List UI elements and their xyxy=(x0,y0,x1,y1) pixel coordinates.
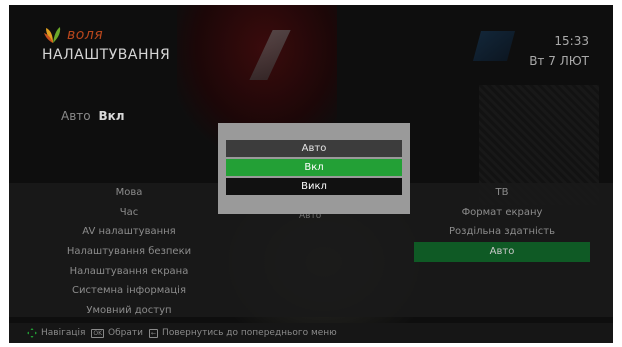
submenu: ТВ Формат екрану Роздільна здатність Авт… xyxy=(414,183,590,262)
dialog-option-auto[interactable]: Авто xyxy=(226,140,402,157)
clock-time: 15:33 xyxy=(554,34,589,48)
clock-date: Вт 7 ЛЮТ xyxy=(529,54,589,68)
brand-name: воля xyxy=(67,27,104,43)
submenu-item-screen-format[interactable]: Формат екрану xyxy=(414,203,590,223)
footer-navigation: Навігація xyxy=(41,328,86,338)
clock: 15:33 Вт 7 ЛЮТ xyxy=(529,31,589,71)
brand-logo: воля xyxy=(42,26,103,44)
submenu-item-resolution[interactable]: Роздільна здатність xyxy=(414,222,590,242)
background-image-blue xyxy=(472,31,516,61)
option-dialog: Авто Вкл Викл xyxy=(218,123,410,214)
ok-key-icon: OK xyxy=(91,328,105,338)
page-title: НАЛАШТУВАННЯ xyxy=(42,47,171,63)
menu-item-system-info[interactable]: Системна інформація xyxy=(29,281,229,301)
footer-select: Обрати xyxy=(108,328,144,338)
menu-item-language[interactable]: Мова xyxy=(29,183,229,203)
menu-item-security[interactable]: Налаштування безпеки xyxy=(29,242,229,262)
navigation-arrows-icon xyxy=(27,328,37,338)
dialog-option-on[interactable]: Вкл xyxy=(226,159,402,176)
footer-back: Повернутись до попереднього меню xyxy=(162,328,337,338)
menu-item-conditional-access[interactable]: Умовний доступ xyxy=(29,301,229,321)
volia-leaf-icon xyxy=(44,27,61,43)
submenu-item-tv[interactable]: ТВ xyxy=(414,183,590,203)
back-key-icon: ← xyxy=(149,328,159,338)
tv-screen: воля НАЛАШТУВАННЯ 15:33 Вт 7 ЛЮТ Авто Вк… xyxy=(9,5,613,343)
menu-item-time[interactable]: Час xyxy=(29,203,229,223)
settings-menu: Мова Час AV налаштування Налаштування бе… xyxy=(29,183,229,321)
current-setting: Авто Вкл xyxy=(61,109,125,123)
menu-item-screen[interactable]: Налаштування екрана xyxy=(29,262,229,282)
current-setting-label: Авто xyxy=(61,109,91,123)
menu-item-av-settings[interactable]: AV налаштування xyxy=(29,222,229,242)
submenu-item-auto[interactable]: Авто xyxy=(414,242,590,262)
current-setting-value: Вкл xyxy=(98,109,125,123)
footer-hints: Навігація OK Обрати ← Повернутись до поп… xyxy=(9,323,613,343)
dialog-option-off[interactable]: Викл xyxy=(226,178,402,195)
